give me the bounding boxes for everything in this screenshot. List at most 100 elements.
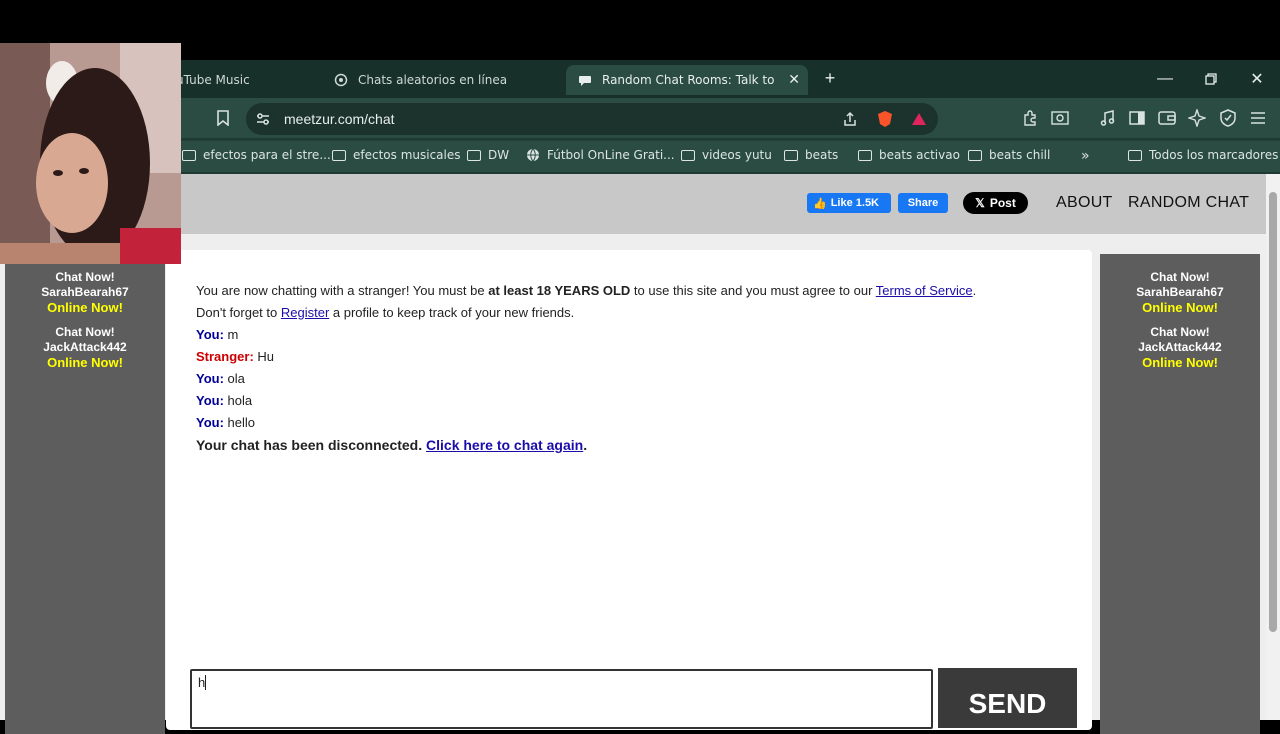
- music-icon[interactable]: [1097, 107, 1119, 129]
- promo-jack[interactable]: Chat Now! JackAttack442 Online Now!: [5, 325, 165, 370]
- x-post-label: Post: [989, 196, 1016, 210]
- vpn-icon[interactable]: [1217, 107, 1239, 129]
- close-tab-icon[interactable]: ✕: [788, 72, 800, 88]
- minimize-icon[interactable]: —: [1150, 68, 1180, 90]
- promo-jack[interactable]: Chat Now! JackAttack442 Online Now!: [1100, 325, 1260, 370]
- address-bar[interactable]: meetzur.com/chat: [246, 103, 938, 135]
- tab-chats-aleatorios[interactable]: Chats aleatorios en línea: [322, 65, 560, 95]
- chat-message: You: m: [196, 324, 1076, 346]
- navigation-bar: meetzur.com/chat: [0, 98, 1280, 138]
- message-author: You:: [196, 371, 224, 386]
- message-author: You:: [196, 393, 224, 408]
- about-link[interactable]: ABOUT: [1056, 194, 1113, 212]
- wallet-icon[interactable]: [1156, 107, 1178, 129]
- message-input[interactable]: h: [190, 669, 933, 729]
- folder-icon: [858, 149, 872, 161]
- site-icon: [334, 73, 348, 87]
- tab-bar: uTube Music Chats aleatorios en línea Ra…: [0, 60, 1280, 98]
- bookmark-item[interactable]: Fútbol OnLine Grati...: [526, 148, 675, 162]
- promo-status: Online Now!: [47, 355, 123, 370]
- tab-label: Chats aleatorios en línea: [358, 73, 508, 87]
- sidebar-icon[interactable]: [1126, 107, 1148, 129]
- chat-message: You: hola: [196, 390, 1076, 412]
- bookmark-icon[interactable]: [212, 107, 234, 129]
- send-button[interactable]: SEND: [938, 668, 1077, 728]
- bookmark-label: videos yutu: [702, 148, 772, 162]
- chat-messages: You are now chatting with a stranger! Yo…: [196, 280, 1076, 456]
- tab-random-chat[interactable]: Random Chat Rooms: Talk to Str ✕: [566, 65, 808, 95]
- bookmark-item[interactable]: efectos para el stre...: [182, 148, 331, 162]
- all-bookmarks[interactable]: Todos los marcadores: [1128, 148, 1278, 162]
- site-header: 👍 Like 1.5K Share 𝕏 Post ABOUT RANDOM CH…: [0, 174, 1266, 234]
- intro-text: You are now chatting with a stranger! Yo…: [196, 283, 489, 298]
- promo-user: SarahBearah67: [41, 285, 129, 299]
- facebook-like-button[interactable]: 👍 Like 1.5K: [807, 193, 891, 213]
- message-text: hello: [227, 415, 256, 430]
- disconnected-text: Your chat has been disconnected.: [196, 437, 427, 453]
- extensions-icon[interactable]: [1019, 107, 1041, 129]
- bookmark-label: beats: [805, 148, 839, 162]
- menu-icon[interactable]: [1247, 107, 1269, 129]
- bookmark-label: beats chill: [989, 148, 1051, 162]
- message-text: hola: [227, 393, 253, 408]
- x-logo-icon: 𝕏: [975, 196, 985, 210]
- share-icon[interactable]: [839, 108, 861, 130]
- restore-icon[interactable]: [1196, 68, 1226, 90]
- bookmark-item[interactable]: DW: [467, 148, 509, 162]
- disconnected-notice: Your chat has been disconnected. Click h…: [196, 434, 1076, 456]
- scrollbar-thumb[interactable]: [1269, 192, 1277, 632]
- screenshot-icon[interactable]: [1049, 107, 1071, 129]
- intro-text: to use this site and you must agree to o…: [630, 283, 876, 298]
- bookmark-label: Fútbol OnLine Grati...: [547, 148, 675, 162]
- bookmark-item[interactable]: beats chill: [968, 148, 1050, 162]
- age-warning: at least 18 YEARS OLD: [488, 283, 631, 298]
- folder-icon: [182, 149, 196, 161]
- promo-sarah[interactable]: Chat Now! SarahBearah67 Online Now!: [5, 270, 165, 315]
- x-post-button[interactable]: 𝕏 Post: [963, 192, 1028, 214]
- bookmark-item[interactable]: videos yutu: [681, 148, 772, 162]
- folder-icon: [681, 149, 695, 161]
- terms-of-service-link[interactable]: Terms of Service: [876, 283, 973, 298]
- message-author: You:: [196, 415, 224, 430]
- folder-icon: [968, 149, 982, 161]
- bookmark-item[interactable]: beats activao: [858, 148, 960, 162]
- screen-top-bar: [0, 0, 1280, 60]
- promo-user: JackAttack442: [43, 340, 127, 354]
- promo-user: SarahBearah67: [1136, 285, 1224, 299]
- folder-icon: [467, 149, 481, 161]
- random-chat-link[interactable]: RANDOM CHAT: [1128, 194, 1249, 212]
- bookmark-label: efectos para el stre...: [203, 148, 331, 162]
- url-text: meetzur.com/chat: [284, 111, 395, 127]
- chat-again-link[interactable]: Click here to chat again: [426, 437, 583, 453]
- promo-status: Online Now!: [47, 300, 123, 315]
- chat-message: You: ola: [196, 368, 1076, 390]
- brave-shield-icon[interactable]: [874, 108, 896, 130]
- message-text: ola: [227, 371, 245, 386]
- site-settings-icon[interactable]: [252, 108, 274, 130]
- message-text: Hu: [257, 349, 275, 364]
- promo-sarah[interactable]: Chat Now! SarahBearah67 Online Now!: [1100, 270, 1260, 315]
- globe-icon: [526, 148, 540, 162]
- register-text: Don't forget to: [196, 305, 281, 320]
- bookmark-label: DW: [488, 148, 510, 162]
- facebook-share-button[interactable]: Share: [898, 193, 948, 213]
- bookmark-item[interactable]: beats: [784, 148, 838, 162]
- browser-chrome: uTube Music Chats aleatorios en línea Ra…: [0, 60, 1280, 174]
- leo-ai-icon[interactable]: [1186, 107, 1208, 129]
- register-text: a profile to keep track of your new frie…: [329, 305, 575, 320]
- intro-line: You are now chatting with a stranger! Yo…: [196, 280, 1076, 302]
- more-bookmarks-icon[interactable]: »: [1081, 148, 1090, 164]
- bookmark-item[interactable]: efectos musicales: [332, 148, 461, 162]
- facebook-like-label: Like 1.5K: [830, 197, 880, 209]
- chat-bubble-icon: [578, 73, 592, 87]
- message-author: You:: [196, 327, 224, 342]
- close-window-icon[interactable]: ✕: [1242, 68, 1272, 90]
- disconnected-text: .: [583, 437, 588, 453]
- bookmark-label: Todos los marcadores: [1149, 148, 1279, 162]
- new-tab-button[interactable]: +: [820, 68, 840, 88]
- register-link[interactable]: Register: [281, 305, 329, 320]
- promo-title: Chat Now!: [1150, 270, 1210, 284]
- brave-rewards-icon[interactable]: [908, 108, 930, 130]
- page-scrollbar[interactable]: [1266, 174, 1280, 720]
- bookmarks-bar: efectos para el stre... efectos musicale…: [0, 140, 1280, 172]
